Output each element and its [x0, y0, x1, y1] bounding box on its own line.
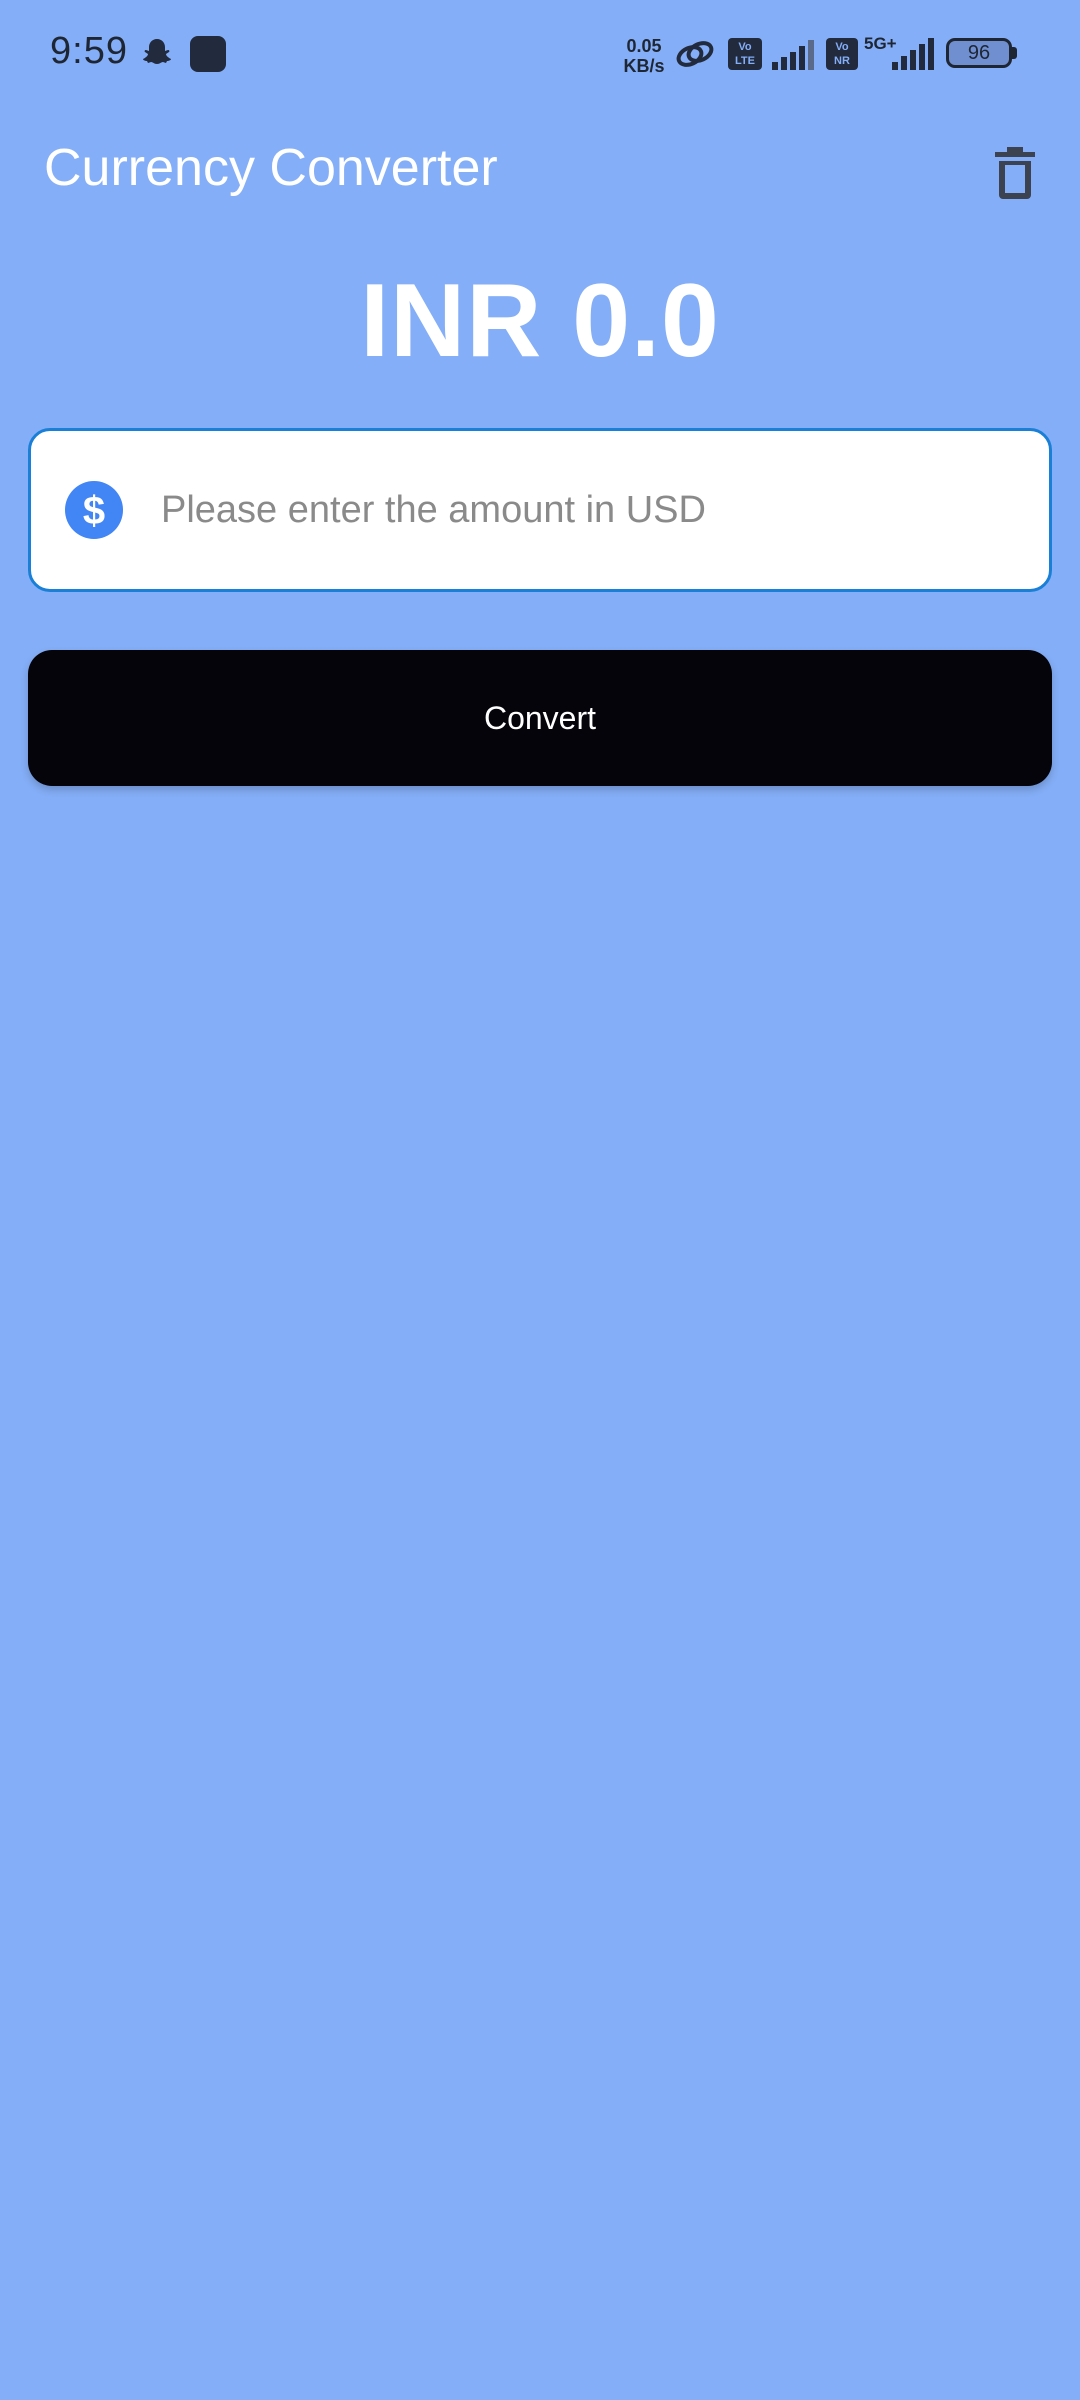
- net-speed-unit: KB/s: [623, 56, 665, 76]
- battery-indicator: 96: [946, 38, 1012, 68]
- volte-line2: LTE: [735, 55, 755, 67]
- delete-button[interactable]: [980, 138, 1050, 208]
- app-notification-icon: [190, 36, 226, 72]
- signal-strength-5g-icon: [892, 38, 934, 70]
- network-speed: 0.05 KB/s: [620, 36, 668, 76]
- signal-strength-icon: [772, 40, 814, 70]
- vonr-badge: Vo NR: [826, 38, 858, 70]
- vonr-line2: NR: [834, 55, 850, 67]
- volte-line1: Vo: [738, 41, 752, 53]
- volte-badge: Vo LTE: [728, 38, 762, 70]
- dollar-circle-icon: $: [65, 481, 123, 539]
- snapchat-icon: [143, 39, 171, 64]
- vonr-line1: Vo: [835, 41, 849, 53]
- amount-input[interactable]: [161, 488, 1021, 532]
- status-time: 9:59: [50, 30, 128, 72]
- amount-field[interactable]: $: [28, 428, 1052, 592]
- status-bar: 9:59 0.05 KB/s Vo LTE Vo NR 5G+ 96: [0, 0, 1080, 108]
- net-speed-value: 0.05: [626, 36, 662, 56]
- link-icon: [676, 41, 714, 67]
- battery-tip: [1012, 47, 1017, 59]
- converted-amount: INR 0.0: [360, 263, 720, 379]
- convert-button[interactable]: Convert: [28, 650, 1052, 786]
- svg-text:$: $: [83, 489, 105, 533]
- app-title: Currency Converter: [44, 139, 498, 197]
- trash-icon: [995, 147, 1035, 199]
